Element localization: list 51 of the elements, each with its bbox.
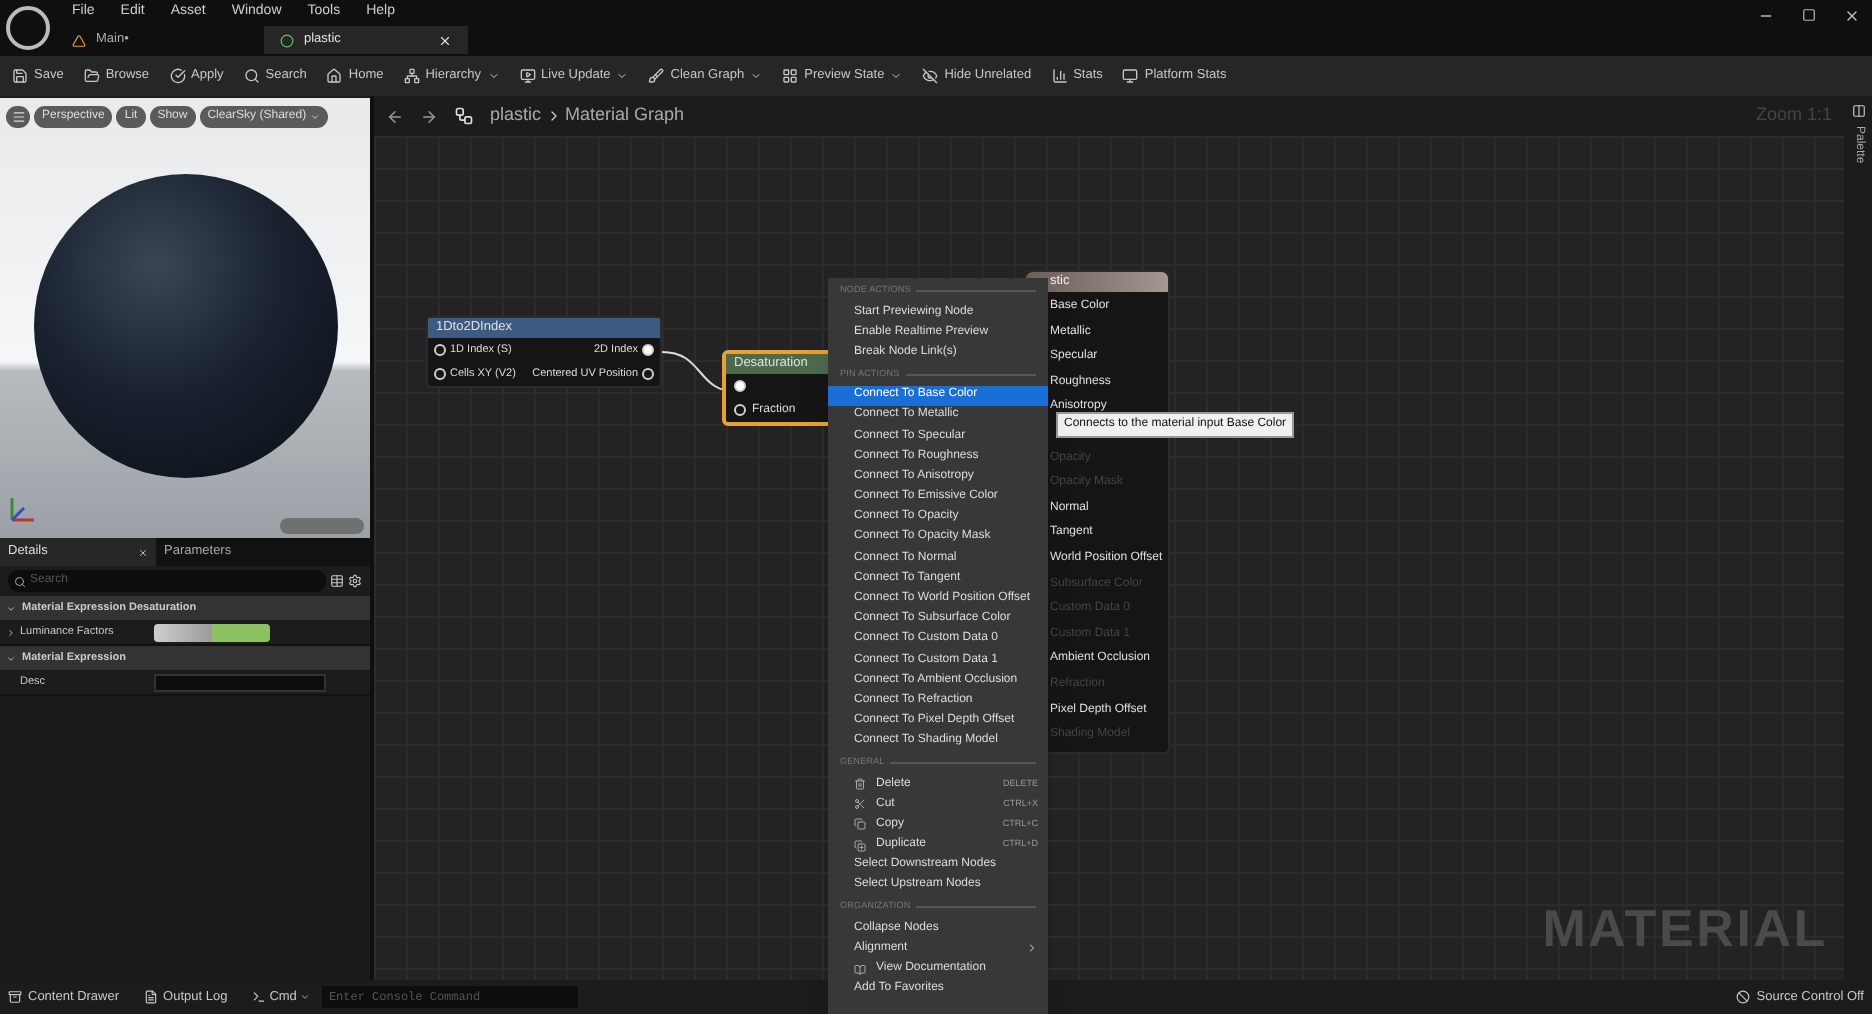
output-pin-icon[interactable] (642, 344, 654, 356)
hierarchy-icon (403, 68, 420, 84)
breadcrumb-item[interactable]: Material Graph (565, 102, 685, 130)
close-icon[interactable] (1844, 8, 1860, 24)
duplicate-icon (854, 839, 866, 852)
text-field[interactable] (154, 673, 326, 691)
brush-icon (648, 68, 665, 84)
monitor-play-icon (519, 68, 536, 84)
forward-icon[interactable] (420, 107, 438, 125)
input-pin-icon[interactable] (434, 368, 446, 380)
circle-icon (280, 33, 294, 47)
input-pin-icon[interactable] (434, 344, 446, 356)
axis-gizmo-icon (6, 494, 38, 526)
grid-icon (782, 68, 799, 84)
expand-icon[interactable] (6, 627, 16, 637)
bar-chart-icon (1051, 68, 1068, 84)
triangle-icon (72, 33, 86, 47)
archive-icon (8, 990, 22, 1004)
search-icon (14, 575, 26, 587)
graph-icon (454, 106, 474, 126)
book-icon (854, 963, 866, 976)
panel-icon[interactable] (1851, 104, 1865, 118)
settings-icon[interactable] (348, 574, 362, 588)
color-swatch[interactable] (154, 623, 270, 641)
save-icon (12, 68, 28, 84)
scissors-icon (854, 798, 866, 811)
prohibited-icon (1736, 990, 1751, 1004)
table-icon[interactable] (330, 574, 344, 588)
menu-button[interactable] (6, 106, 30, 128)
input-pin-icon[interactable] (734, 380, 746, 392)
trash-icon (854, 778, 866, 791)
folder-icon (83, 68, 100, 84)
caret-icon (300, 992, 311, 1002)
collapse-icon[interactable] (6, 603, 16, 613)
input-pin-icon[interactable] (734, 404, 746, 416)
breadcrumb-item[interactable]: plastic (490, 102, 542, 130)
monitor-icon (1122, 68, 1139, 84)
search-icon (243, 68, 260, 84)
engine-logo[interactable] (6, 6, 50, 50)
copy-icon (854, 818, 866, 831)
back-icon[interactable] (386, 107, 404, 125)
terminal-icon (251, 990, 266, 1004)
close-icon[interactable] (438, 33, 452, 47)
checkmark-icon (169, 68, 186, 84)
home-icon (326, 68, 343, 84)
document-icon (143, 990, 158, 1004)
restore-icon[interactable] (1802, 8, 1816, 22)
output-pin-icon[interactable] (642, 368, 654, 380)
collapse-icon[interactable] (6, 653, 16, 663)
menu-icon (11, 110, 25, 124)
eye-off-icon (922, 68, 939, 84)
